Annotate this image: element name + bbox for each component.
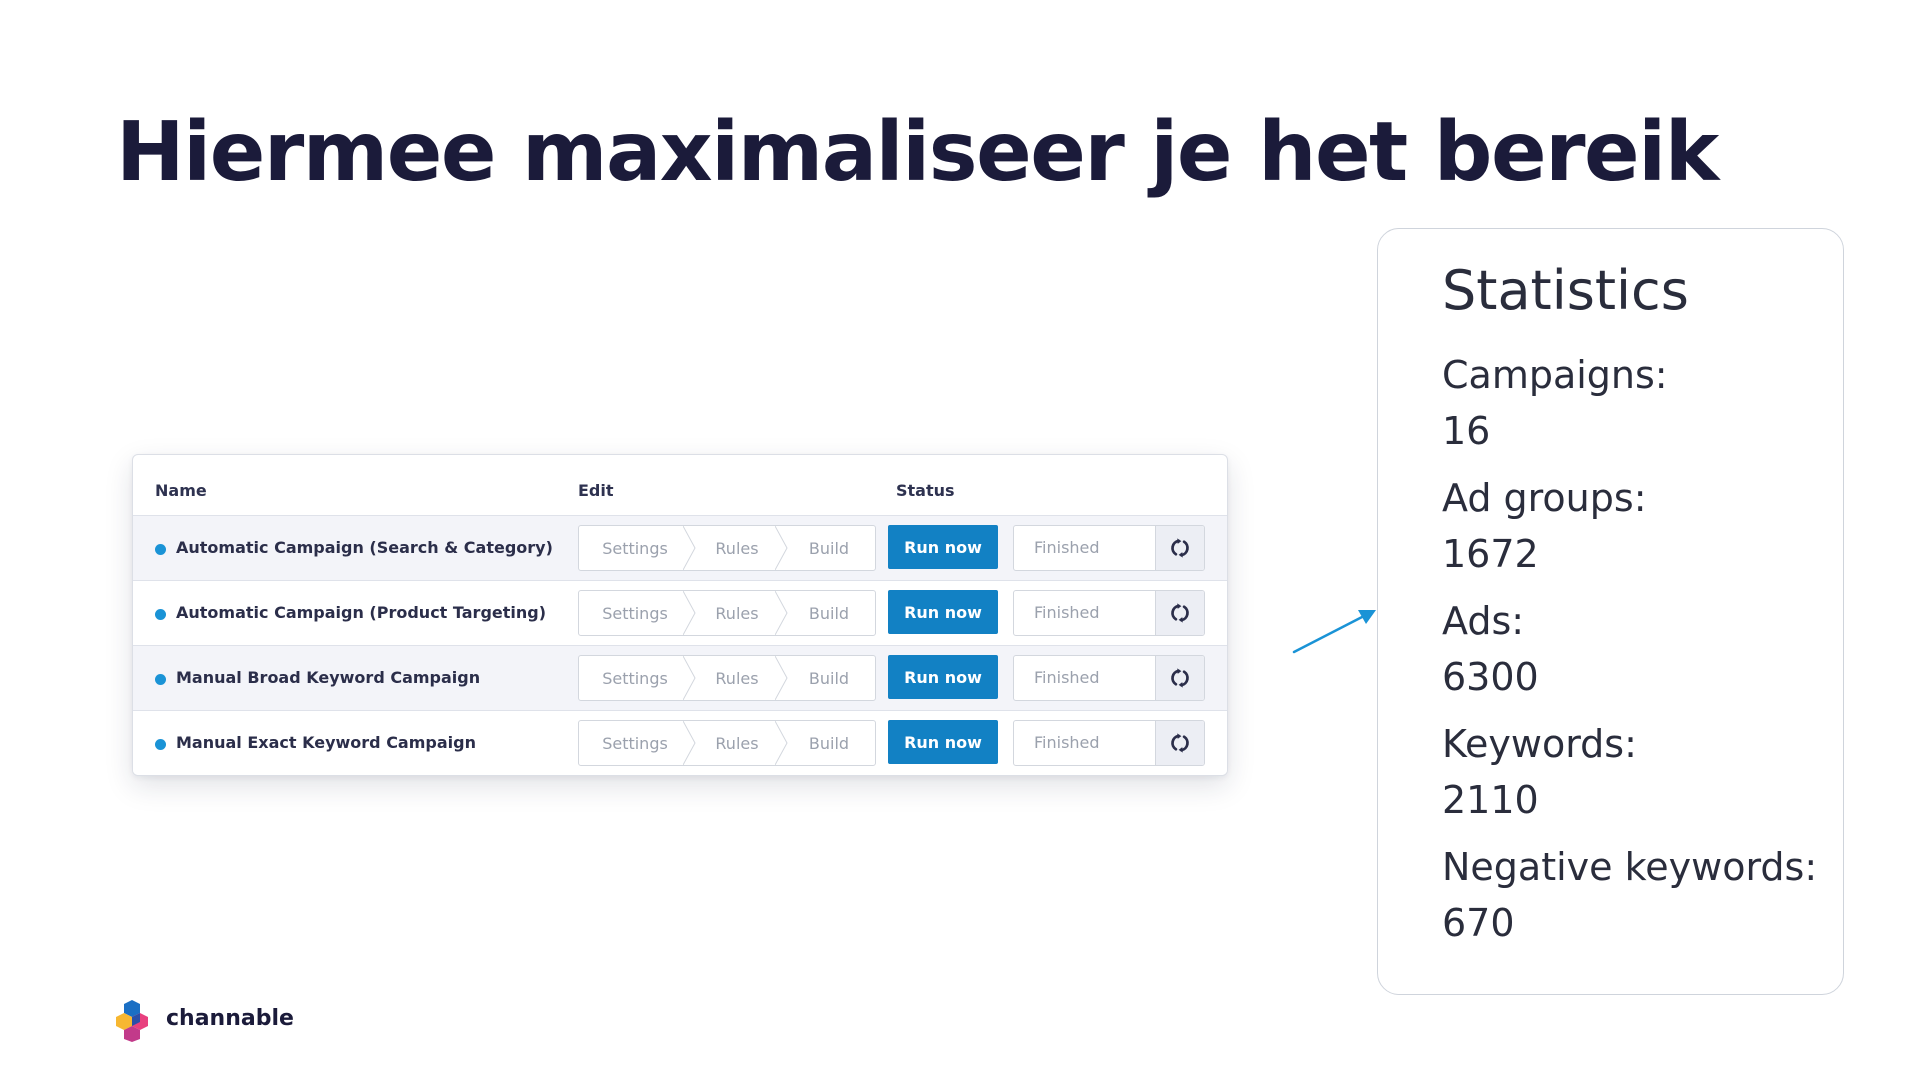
refresh-button[interactable] [1155,656,1204,700]
step-rules[interactable]: Rules [691,526,788,570]
step-settings[interactable]: Settings [579,721,696,765]
stat-value: 16 [1442,409,1491,453]
step-settings-label: Settings [602,668,668,688]
table-header: Name Edit Status [133,455,1227,516]
step-settings[interactable]: Settings [579,656,696,700]
campaign-name[interactable]: Automatic Campaign (Product Targeting) [176,603,546,622]
stat-label: Ad groups: [1442,476,1647,520]
refresh-button[interactable] [1155,591,1204,635]
status-text: Finished [1034,668,1100,687]
run-now-button[interactable]: Run now [888,590,998,634]
step-rules[interactable]: Rules [691,656,788,700]
campaign-name[interactable]: Manual Broad Keyword Campaign [176,668,480,687]
status-field: Finished [1013,720,1205,766]
step-settings-label: Settings [602,603,668,623]
status-text: Finished [1034,733,1100,752]
step-rules-label: Rules [715,603,759,623]
statistics-panel: Statistics Campaigns: 16 Ad groups: 1672… [1377,228,1844,995]
stat-negative-keywords: Negative keywords: 670 [1442,839,1817,951]
stat-value: 670 [1442,901,1515,945]
step-build-label: Build [808,603,850,623]
table-row: Manual Exact Keyword Campaign Settings R… [133,711,1227,775]
stat-campaigns: Campaigns: 16 [1442,347,1668,459]
step-separator-icon [775,656,788,700]
stat-label: Negative keywords: [1442,845,1818,889]
column-header-edit: Edit [578,481,614,500]
status-field: Finished [1013,655,1205,701]
arrow-icon [1292,610,1376,654]
stat-value: 6300 [1442,655,1539,699]
refresh-icon [1171,668,1189,688]
step-build-label: Build [808,668,850,688]
edit-steps: Settings Rules Build [578,525,876,571]
page-title: Hiermee maximaliseer je het bereik [116,105,1719,200]
step-rules-label: Rules [715,538,759,558]
stat-label: Campaigns: [1442,353,1668,397]
refresh-icon [1171,733,1189,753]
campaign-name[interactable]: Manual Exact Keyword Campaign [176,733,476,752]
step-build-label: Build [808,733,850,753]
status-dot-icon [155,609,166,620]
table-row: Automatic Campaign (Product Targeting) S… [133,581,1227,646]
status-dot-icon [155,739,166,750]
step-rules[interactable]: Rules [691,721,788,765]
step-separator-icon [775,526,788,570]
step-rules[interactable]: Rules [691,591,788,635]
campaign-name[interactable]: Automatic Campaign (Search & Category) [176,538,553,557]
stat-label: Ads: [1442,599,1525,643]
step-separator-icon [775,721,788,765]
edit-steps: Settings Rules Build [578,590,876,636]
table-row: Automatic Campaign (Search & Category) S… [133,516,1227,581]
stat-keywords: Keywords: 2110 [1442,716,1637,828]
channable-logo-icon [116,1000,148,1042]
refresh-button[interactable] [1155,721,1204,765]
status-dot-icon [155,544,166,555]
status-dot-icon [155,674,166,685]
step-settings-label: Settings [602,733,668,753]
step-separator-icon [683,721,696,765]
column-header-status: Status [896,481,955,500]
step-build[interactable]: Build [783,591,875,635]
step-separator-icon [683,656,696,700]
step-settings-label: Settings [602,538,668,558]
step-build-label: Build [808,538,850,558]
stat-ad-groups: Ad groups: 1672 [1442,470,1647,582]
brand-name: channable [166,1006,294,1031]
step-separator-icon [775,591,788,635]
table-row: Manual Broad Keyword Campaign Settings R… [133,646,1227,711]
campaign-table: Name Edit Status Automatic Campaign (Sea… [132,454,1228,776]
refresh-button[interactable] [1155,526,1204,570]
step-separator-icon [683,526,696,570]
step-settings[interactable]: Settings [579,591,696,635]
refresh-icon [1171,538,1189,558]
edit-steps: Settings Rules Build [578,720,876,766]
status-field: Finished [1013,590,1205,636]
step-rules-label: Rules [715,668,759,688]
step-settings[interactable]: Settings [579,526,696,570]
stat-value: 1672 [1442,532,1539,576]
column-header-name: Name [155,481,207,500]
run-now-button[interactable]: Run now [888,655,998,699]
statistics-title: Statistics [1442,259,1689,322]
status-text: Finished [1034,538,1100,557]
stat-ads: Ads: 6300 [1442,593,1539,705]
step-build[interactable]: Build [783,721,875,765]
slide: Hiermee maximaliseer je het bereik Name … [0,0,1920,1080]
run-now-button[interactable]: Run now [888,720,998,764]
step-separator-icon [683,591,696,635]
run-now-button[interactable]: Run now [888,525,998,569]
status-field: Finished [1013,525,1205,571]
step-rules-label: Rules [715,733,759,753]
stat-value: 2110 [1442,778,1539,822]
status-text: Finished [1034,603,1100,622]
edit-steps: Settings Rules Build [578,655,876,701]
refresh-icon [1171,603,1189,623]
stat-label: Keywords: [1442,722,1637,766]
step-build[interactable]: Build [783,656,875,700]
step-build[interactable]: Build [783,526,875,570]
